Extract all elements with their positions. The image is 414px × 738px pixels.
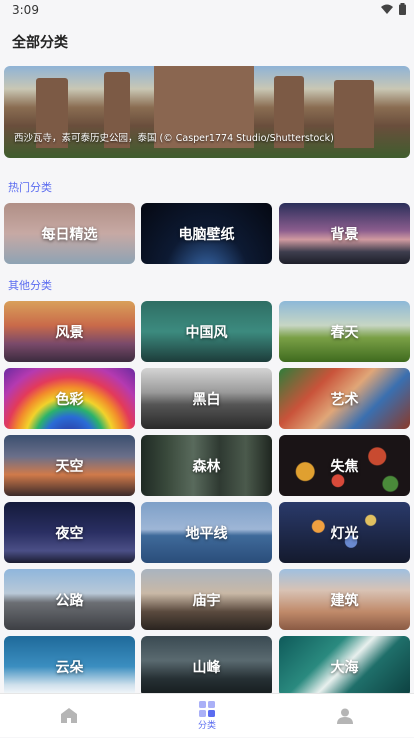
category-card[interactable]: 每日精选 xyxy=(4,203,135,264)
user-icon xyxy=(337,708,353,724)
tab-home[interactable] xyxy=(0,694,138,738)
category-card[interactable]: 大海 xyxy=(279,636,410,697)
tab-profile[interactable] xyxy=(276,694,414,738)
battery-icon xyxy=(399,3,406,15)
category-card[interactable]: 电脑壁纸 xyxy=(141,203,272,264)
status-icons xyxy=(381,3,406,15)
status-bar: 3:09 xyxy=(0,0,414,20)
category-label: 中国风 xyxy=(185,324,228,341)
category-label: 公路 xyxy=(55,592,84,609)
category-label: 建筑 xyxy=(330,592,359,609)
category-label: 黑白 xyxy=(192,391,221,408)
category-card[interactable]: 失焦 xyxy=(279,435,410,496)
category-card[interactable]: 云朵 xyxy=(4,636,135,697)
category-card[interactable]: 艺术 xyxy=(279,368,410,429)
category-card[interactable]: 森林 xyxy=(141,435,272,496)
category-label: 天空 xyxy=(55,458,84,475)
category-card[interactable]: 色彩 xyxy=(4,368,135,429)
featured-banner[interactable]: 西沙瓦寺，素可泰历史公园，泰国 (© Casper1774 Studio/Shu… xyxy=(4,66,410,158)
section-label-hot: 热门分类 xyxy=(8,181,52,194)
category-label: 地平线 xyxy=(185,525,228,542)
grid-icon xyxy=(199,701,215,717)
category-card[interactable]: 中国风 xyxy=(141,301,272,362)
category-label: 大海 xyxy=(330,659,359,676)
category-card[interactable]: 天空 xyxy=(4,435,135,496)
category-card[interactable]: 地平线 xyxy=(141,502,272,563)
category-card[interactable]: 夜空 xyxy=(4,502,135,563)
section-label-other: 其他分类 xyxy=(8,279,52,292)
category-label: 庙宇 xyxy=(192,592,221,609)
category-label: 山峰 xyxy=(192,659,221,676)
category-card[interactable]: 庙宇 xyxy=(141,569,272,630)
category-label: 春天 xyxy=(330,324,359,341)
category-card[interactable]: 春天 xyxy=(279,301,410,362)
category-card[interactable]: 山峰 xyxy=(141,636,272,697)
category-label: 云朵 xyxy=(55,659,84,676)
tab-categories-label: 分类 xyxy=(197,721,216,731)
category-card[interactable]: 公路 xyxy=(4,569,135,630)
bottom-tab-bar: 分类 xyxy=(0,693,414,737)
category-card[interactable]: 背景 xyxy=(279,203,410,264)
category-card[interactable]: 建筑 xyxy=(279,569,410,630)
category-label: 色彩 xyxy=(55,391,84,408)
banner-ruin xyxy=(334,80,374,148)
category-card[interactable]: 灯光 xyxy=(279,502,410,563)
banner-caption: 西沙瓦寺，素可泰历史公园，泰国 (© Casper1774 Studio/Shu… xyxy=(14,133,334,144)
category-label: 电脑壁纸 xyxy=(178,226,235,243)
page-title: 全部分类 xyxy=(12,35,68,51)
category-label: 森林 xyxy=(192,458,221,475)
category-label: 灯光 xyxy=(330,525,359,542)
category-label: 每日精选 xyxy=(41,226,98,243)
category-label: 夜空 xyxy=(55,525,84,542)
category-label: 失焦 xyxy=(330,458,359,475)
category-label: 艺术 xyxy=(330,391,359,408)
home-icon xyxy=(61,708,77,723)
category-label: 背景 xyxy=(330,226,359,243)
status-time: 3:09 xyxy=(12,3,39,17)
category-card[interactable]: 风景 xyxy=(4,301,135,362)
category-card[interactable]: 黑白 xyxy=(141,368,272,429)
wifi-icon xyxy=(381,4,393,14)
tab-categories[interactable]: 分类 xyxy=(138,694,276,738)
category-label: 风景 xyxy=(55,324,84,341)
